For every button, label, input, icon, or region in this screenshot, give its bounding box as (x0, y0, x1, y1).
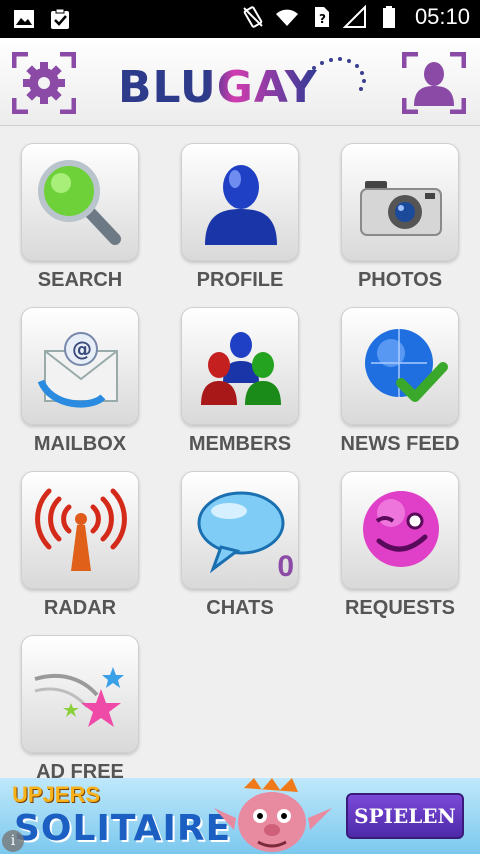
tile-label: NEWS FEED (340, 433, 460, 455)
ad-brand: UPJERS (12, 782, 101, 807)
tile-radar[interactable]: RADAR (20, 471, 140, 620)
members-icon (201, 332, 281, 405)
battery-icon (382, 6, 395, 28)
mail-icon: @ (37, 332, 118, 408)
chats-tile-button[interactable]: 0 (181, 471, 299, 589)
svg-text:?: ? (319, 12, 326, 26)
logo-stars-icon (312, 57, 366, 91)
user-icon (401, 51, 467, 115)
news-feed-tile-button[interactable] (341, 307, 459, 425)
clock: 05:10 (414, 4, 470, 29)
ad-free-tile-button[interactable] (21, 635, 139, 753)
antenna-icon (35, 488, 127, 571)
tile-label: PHOTOS (357, 269, 443, 291)
magnifier-icon (38, 160, 121, 245)
image-icon (14, 10, 34, 28)
shooting-stars-icon (34, 667, 124, 727)
tile-search[interactable]: SEARCH (20, 143, 140, 292)
camera-icon (360, 181, 442, 236)
tile-mailbox[interactable]: @ MAILBOX (20, 307, 140, 456)
photos-tile-button[interactable] (341, 143, 459, 261)
mailbox-tile-button[interactable]: @ (21, 307, 139, 425)
app-logo: BLUGAY (118, 56, 368, 113)
search-tile-button[interactable] (21, 143, 139, 261)
members-tile-button[interactable] (181, 307, 299, 425)
no-sim-icon: ? (314, 7, 329, 27)
tile-requests[interactable]: REQUESTS (340, 471, 460, 620)
vibrate-icon (243, 6, 263, 28)
my-profile-button[interactable] (401, 51, 467, 115)
smiley-wink-icon (363, 491, 439, 567)
main-menu-grid: SEARCH PROFILE PHOTOS @ MAILBOX MEMBERS … (0, 126, 480, 783)
globe-check-icon (365, 329, 448, 402)
tile-photos[interactable]: PHOTOS (340, 143, 460, 292)
tile-news-feed[interactable]: NEWS FEED (340, 307, 460, 456)
ad-info-icon[interactable]: i (2, 830, 24, 852)
ad-banner[interactable]: UPJERS SOLITAIRE SPIELEN i (0, 778, 480, 854)
tile-label: CHATS (206, 597, 274, 619)
tile-label: SEARCH (37, 269, 123, 291)
app-header: BLUGAY (0, 38, 480, 126)
signal-icon (342, 5, 366, 28)
requests-tile-button[interactable] (341, 471, 459, 589)
troll-character-icon (214, 778, 332, 852)
speech-bubble-icon (197, 491, 285, 574)
tile-profile[interactable]: PROFILE (180, 143, 300, 292)
tile-label: PROFILE (196, 269, 284, 291)
tile-chats[interactable]: 0 CHATS (180, 471, 300, 620)
ad-play-button[interactable]: SPIELEN (346, 793, 464, 839)
tile-label: MAILBOX (33, 433, 127, 455)
settings-button[interactable] (11, 51, 77, 115)
tile-label: REQUESTS (344, 597, 456, 619)
chats-count-badge: 0 (277, 550, 294, 583)
tile-label: MEMBERS (188, 433, 292, 455)
svg-text:@: @ (72, 337, 92, 361)
tile-members[interactable]: MEMBERS (180, 307, 300, 456)
profile-tile-button[interactable] (181, 143, 299, 261)
person-icon (205, 165, 277, 245)
gear-icon (11, 51, 77, 115)
tile-label: RADAR (43, 597, 117, 619)
tile-ad-free[interactable]: AD FREE (20, 635, 140, 784)
wifi-icon (275, 9, 298, 26)
clipboard-check-icon (51, 8, 69, 29)
radar-tile-button[interactable] (21, 471, 139, 589)
ad-title: SOLITAIRE (14, 808, 232, 849)
logo-text: BLUGAY (118, 62, 318, 113)
status-bar: ? 05:10 (0, 0, 480, 38)
